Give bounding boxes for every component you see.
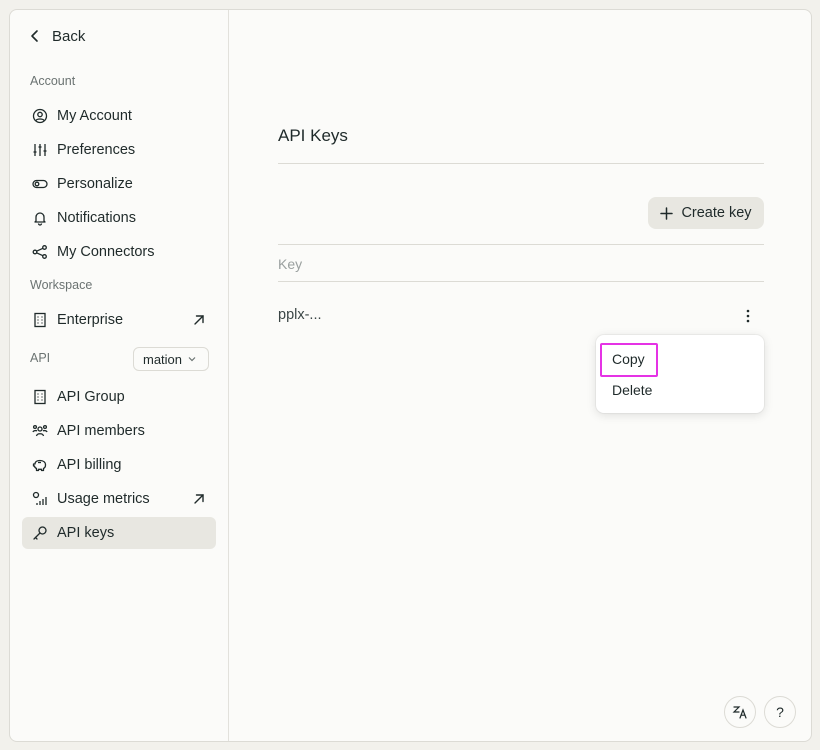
back-button[interactable]: Back — [30, 26, 85, 46]
users-icon — [32, 423, 48, 439]
translate-button[interactable] — [724, 696, 756, 728]
sidebar-item-personalize[interactable]: Personalize — [22, 168, 216, 200]
menu-item-delete[interactable]: Delete — [612, 382, 652, 398]
external-link-icon — [194, 315, 204, 325]
sidebar-item-api-members[interactable]: API members — [22, 415, 216, 447]
plus-icon — [660, 206, 674, 220]
sidebar-item-usage-metrics[interactable]: Usage metrics — [22, 483, 216, 515]
sidebar-item-label: API keys — [57, 525, 115, 541]
sidebar-item-api-group[interactable]: API Group — [22, 381, 216, 413]
section-label-api: API — [30, 351, 51, 365]
sidebar-item-label: My Account — [57, 108, 132, 124]
sidebar-item-enterprise[interactable]: Enterprise — [22, 304, 216, 336]
sidebar-item-api-keys[interactable]: API keys — [22, 517, 216, 549]
sidebar-item-label: Personalize — [57, 176, 133, 192]
translate-icon — [732, 706, 747, 719]
sidebar-item-label: API Group — [57, 389, 125, 405]
create-key-label: Create key — [681, 205, 752, 221]
key-context-menu: Copy Delete — [596, 335, 764, 413]
help-label: ? — [776, 704, 784, 720]
bell-icon — [32, 210, 48, 226]
sidebar-item-api-billing[interactable]: API billing — [22, 449, 216, 481]
more-vertical-icon — [746, 309, 750, 323]
table-top-divider — [278, 244, 764, 245]
sliders-icon — [32, 142, 48, 158]
column-header-key: Key — [278, 256, 303, 272]
toggle-icon — [32, 176, 48, 192]
sidebar-item-label: Enterprise — [57, 312, 124, 328]
sidebar-item-label: API members — [57, 423, 145, 439]
page-title: API Keys — [278, 126, 348, 145]
connectors-icon — [32, 244, 48, 260]
sidebar-item-my-connectors[interactable]: My Connectors — [22, 236, 216, 268]
key-icon — [32, 525, 48, 541]
row-actions-button[interactable] — [738, 306, 758, 326]
help-button[interactable]: ? — [764, 696, 796, 728]
section-label-account: Account — [30, 74, 76, 88]
api-group-select-value: mation — [143, 351, 183, 367]
menu-item-copy[interactable]: Copy — [612, 351, 645, 367]
sidebar-item-label: Notifications — [57, 210, 136, 226]
back-label: Back — [52, 27, 86, 45]
piggy-bank-icon — [32, 457, 48, 473]
api-key-value: pplx-... — [278, 307, 322, 323]
building-icon — [32, 312, 48, 328]
main-content: API Keys Create key Key pplx-... Copy De… — [230, 10, 811, 741]
sidebar-item-label: Preferences — [57, 142, 136, 158]
sidebar-item-notifications[interactable]: Notifications — [22, 202, 216, 234]
settings-window: Back Account My Account Preferences Pers… — [9, 9, 812, 742]
user-circle-icon — [32, 108, 48, 124]
api-group-select[interactable]: mation — [133, 347, 209, 371]
external-link-icon — [194, 494, 204, 504]
chevron-left-icon — [31, 30, 38, 42]
chevron-down-icon — [188, 357, 196, 362]
section-label-workspace: Workspace — [30, 278, 93, 292]
building-icon — [32, 389, 48, 405]
sidebar-item-label: Usage metrics — [57, 491, 150, 507]
sidebar-item-preferences[interactable]: Preferences — [22, 134, 216, 166]
sidebar-item-my-account[interactable]: My Account — [22, 100, 216, 132]
table-header-divider — [278, 281, 764, 282]
sidebar: Back Account My Account Preferences Pers… — [10, 10, 229, 741]
metrics-icon — [32, 491, 48, 507]
title-divider — [278, 163, 764, 164]
sidebar-item-label: My Connectors — [57, 244, 155, 260]
sidebar-item-label: API billing — [57, 457, 122, 473]
create-key-button[interactable]: Create key — [648, 197, 764, 229]
